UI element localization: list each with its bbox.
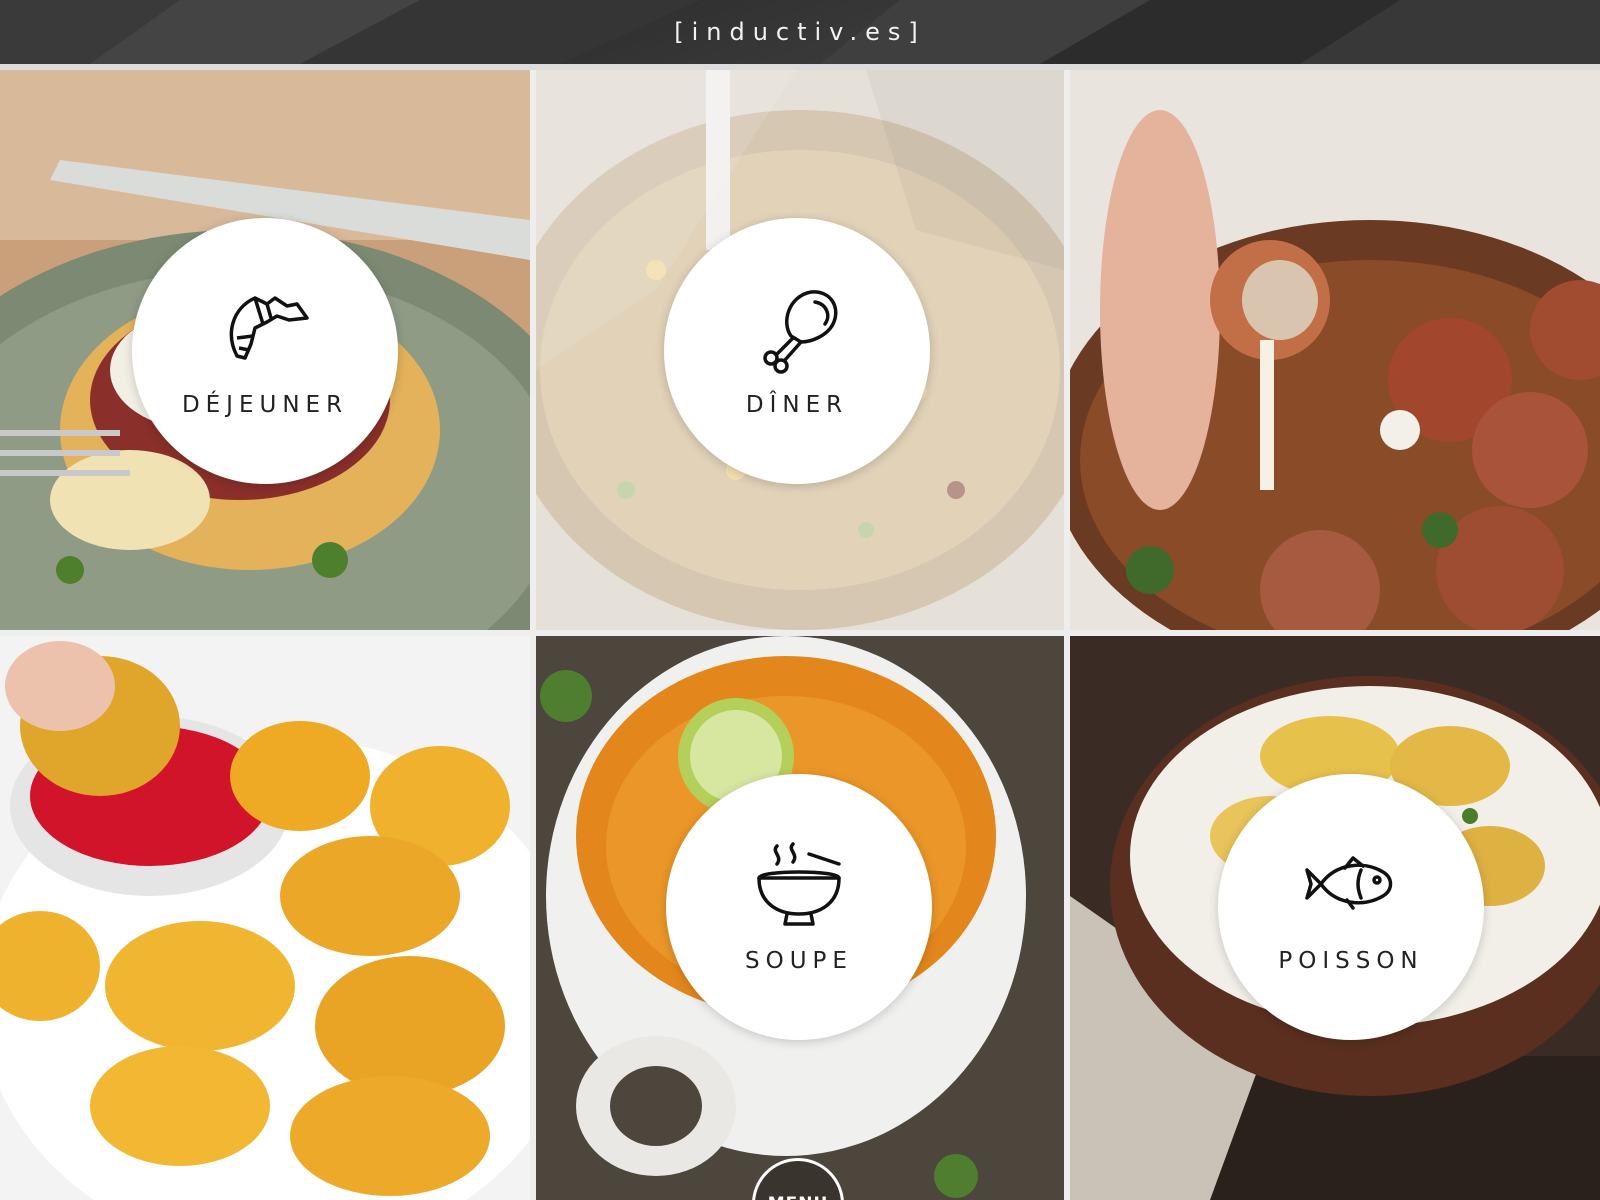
category-badge[interactable]: DÎNER (664, 218, 930, 484)
chicken-leg-icon (763, 290, 838, 374)
category-badge[interactable]: DÉJEUNER (132, 218, 398, 484)
tile-dejeuner[interactable]: DÉJEUNER (0, 70, 530, 630)
soup-bowl-icon (757, 842, 841, 926)
category-label: DÉJEUNER (181, 392, 349, 418)
tile-soupe[interactable]: SOUPE MENU (536, 636, 1064, 1200)
site-header: [inductiv.es] (0, 0, 1600, 64)
site-logo[interactable]: [inductiv.es] (0, 0, 1600, 64)
category-label: POISSON (1278, 948, 1424, 974)
nuggets-photo (0, 636, 530, 1200)
category-grid: DÉJEUNER DÎNER SOUPE POISSON (0, 70, 1600, 1200)
meatballs-photo (1070, 70, 1600, 630)
category-badge[interactable]: SOUPE (666, 774, 932, 1040)
tile-diner[interactable]: DÎNER (536, 70, 1064, 630)
croissant-icon (229, 296, 309, 360)
tile-poisson[interactable]: POISSON (1070, 636, 1600, 1200)
tile-nuggets[interactable] (0, 636, 530, 1200)
category-label: SOUPE (745, 948, 853, 974)
tile-meatballs[interactable] (1070, 70, 1600, 630)
category-label: DÎNER (745, 392, 849, 418)
fish-icon (1305, 856, 1393, 910)
category-badge[interactable]: POISSON (1218, 774, 1484, 1040)
